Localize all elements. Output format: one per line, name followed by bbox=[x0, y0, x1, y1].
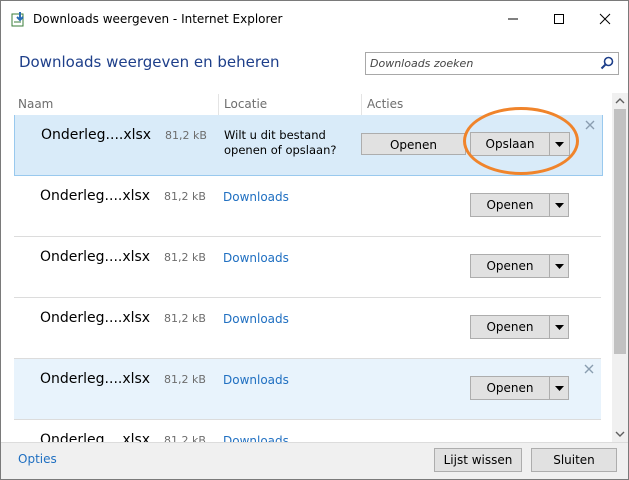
close-button[interactable]: Sluiten bbox=[531, 448, 617, 472]
list-item[interactable]: Onderleg....xlsx 81,2 kB Downloads Opene… bbox=[14, 359, 601, 420]
minimize-icon bbox=[508, 18, 518, 20]
open-split-button[interactable]: Openen bbox=[470, 376, 569, 400]
chevron-down-icon[interactable] bbox=[550, 133, 569, 155]
file-size: 81,2 kB bbox=[164, 373, 206, 386]
scroll-up-icon[interactable] bbox=[612, 93, 628, 109]
save-button[interactable]: Opslaan bbox=[471, 133, 549, 155]
page-title: Downloads weergeven en beheren bbox=[19, 53, 280, 71]
open-button[interactable]: Openen bbox=[471, 377, 549, 399]
column-location[interactable]: Locatie bbox=[224, 97, 267, 111]
scrollbar-thumb[interactable] bbox=[614, 109, 626, 354]
minimize-button[interactable] bbox=[490, 1, 536, 37]
file-size: 81,2 kB bbox=[164, 312, 206, 325]
search-box[interactable] bbox=[365, 52, 619, 75]
file-size: 81,2 kB bbox=[164, 434, 206, 442]
footer-bar: Opties Lijst wissen Sluiten bbox=[1, 442, 628, 479]
chevron-down-icon[interactable] bbox=[550, 255, 569, 277]
downloads-list: Onderleg....xlsx 81,2 kB Wilt u dit best… bbox=[1, 115, 613, 442]
open-button[interactable]: Openen bbox=[471, 194, 549, 216]
maximize-icon bbox=[554, 14, 564, 24]
column-separator bbox=[218, 94, 219, 116]
options-link[interactable]: Opties bbox=[18, 452, 57, 466]
file-name: Onderleg....xlsx bbox=[40, 310, 151, 326]
open-split-button[interactable]: Openen bbox=[470, 193, 569, 217]
column-header: Naam Locatie Acties bbox=[1, 93, 613, 116]
column-name[interactable]: Naam bbox=[18, 97, 53, 111]
maximize-button[interactable] bbox=[536, 1, 582, 37]
file-size: 81,2 kB bbox=[164, 251, 206, 264]
file-name: Onderleg....xlsx bbox=[40, 249, 151, 265]
list-item[interactable]: Onderleg....xlsx 81,2 kB Wilt u dit best… bbox=[14, 115, 603, 176]
clear-list-button[interactable]: Lijst wissen bbox=[434, 448, 522, 472]
file-name: Onderleg....xlsx bbox=[40, 432, 151, 442]
file-name: Onderleg....xlsx bbox=[41, 127, 152, 143]
window-title: Downloads weergeven - Internet Explorer bbox=[33, 12, 283, 26]
column-actions[interactable]: Acties bbox=[367, 97, 403, 111]
column-separator bbox=[361, 94, 362, 116]
vertical-scrollbar[interactable] bbox=[612, 93, 628, 442]
dismiss-icon[interactable] bbox=[585, 120, 595, 130]
chevron-down-icon[interactable] bbox=[550, 194, 569, 216]
open-split-button[interactable]: Openen bbox=[470, 254, 569, 278]
location-link[interactable]: Downloads bbox=[223, 312, 289, 326]
location-link[interactable]: Downloads bbox=[223, 190, 289, 204]
open-split-button[interactable]: Openen bbox=[470, 315, 569, 339]
open-button[interactable]: Openen bbox=[471, 316, 549, 338]
scroll-down-icon[interactable] bbox=[612, 426, 628, 442]
title-bar: Downloads weergeven - Internet Explorer bbox=[1, 1, 628, 37]
location-link[interactable]: Downloads bbox=[223, 373, 289, 387]
dismiss-icon[interactable] bbox=[584, 364, 594, 374]
location-link[interactable]: Downloads bbox=[223, 434, 289, 442]
list-item[interactable]: Onderleg....xlsx 81,2 kB Downloads bbox=[14, 420, 601, 442]
save-split-button[interactable]: Opslaan bbox=[470, 132, 570, 156]
list-item[interactable]: Onderleg....xlsx 81,2 kB Downloads Opene… bbox=[14, 176, 601, 237]
file-size: 81,2 kB bbox=[165, 129, 207, 142]
list-item[interactable]: Onderleg....xlsx 81,2 kB Downloads Opene… bbox=[14, 298, 601, 359]
file-name: Onderleg....xlsx bbox=[40, 188, 151, 204]
list-item[interactable]: Onderleg....xlsx 81,2 kB Downloads Opene… bbox=[14, 237, 601, 298]
open-button[interactable]: Openen bbox=[361, 133, 466, 155]
downloads-window: Downloads weergeven - Internet Explorer … bbox=[0, 0, 629, 480]
chevron-down-icon[interactable] bbox=[550, 377, 569, 399]
open-or-save-prompt: Wilt u dit bestand openen of opslaan? bbox=[224, 128, 337, 157]
downloads-app-icon bbox=[11, 12, 24, 27]
location-link[interactable]: Downloads bbox=[223, 251, 289, 265]
search-icon[interactable] bbox=[600, 56, 614, 70]
file-name: Onderleg....xlsx bbox=[40, 371, 151, 387]
close-window-button[interactable] bbox=[582, 1, 628, 37]
file-size: 81,2 kB bbox=[164, 190, 206, 203]
open-button[interactable]: Openen bbox=[471, 255, 549, 277]
chevron-down-icon[interactable] bbox=[550, 316, 569, 338]
close-icon bbox=[599, 13, 611, 25]
search-input[interactable] bbox=[370, 55, 590, 71]
